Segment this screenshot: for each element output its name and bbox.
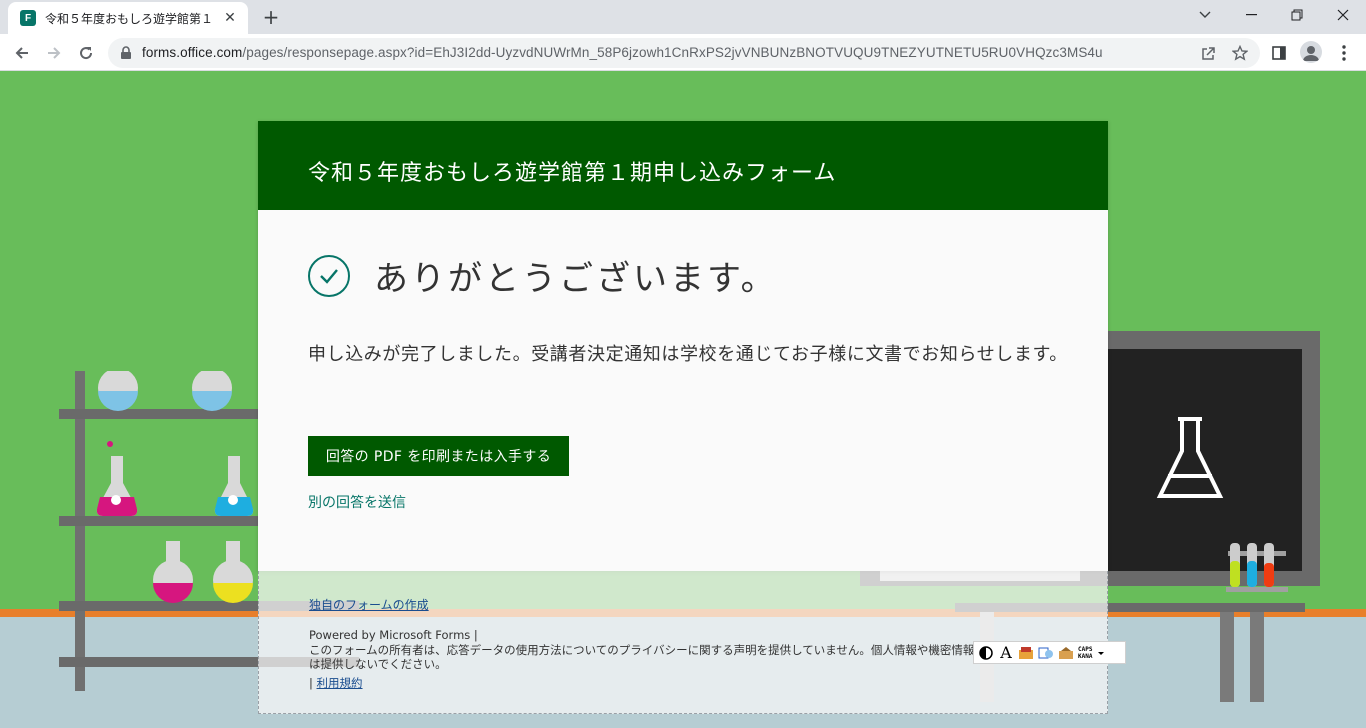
restore-icon [1291, 9, 1303, 21]
ime-pad-icon[interactable] [1038, 645, 1054, 661]
lock-icon [121, 46, 131, 59]
tab-close-icon[interactable]: ✕ [222, 10, 238, 26]
form-header: 令和５年度おもしろ遊学館第１期申し込みフォーム [258, 121, 1108, 210]
flask-magenta-icon [153, 541, 193, 603]
forms-favicon-icon: F [20, 10, 36, 26]
minimize-button[interactable] [1228, 0, 1274, 30]
ime-mode-icon[interactable] [978, 645, 994, 661]
flask-yellow-icon [213, 541, 253, 603]
print-pdf-button[interactable]: 回答の PDF を印刷または入手する [308, 436, 569, 476]
browser-toolbar: forms.office.com/pages/responsepage.aspx… [0, 34, 1366, 71]
arrow-left-icon [15, 47, 28, 59]
terms-of-use-link[interactable]: 利用規約 [317, 676, 363, 690]
thanks-heading: ありがとうございます。 [374, 259, 778, 299]
tools-icon[interactable] [1058, 645, 1074, 661]
new-tab-button[interactable]: + [260, 6, 282, 28]
form-card: 令和５年度おもしろ遊学館第１期申し込みフォーム ありがとうございます。 申し込み… [258, 121, 1108, 571]
flask-pink-icon [96, 441, 138, 516]
arrow-right-icon [48, 47, 61, 59]
address-bar[interactable]: forms.office.com/pages/responsepage.aspx… [108, 38, 1260, 68]
close-icon [1337, 9, 1349, 21]
tab-search-button[interactable] [1182, 0, 1228, 30]
bookmark-star-icon[interactable] [1230, 43, 1250, 63]
privacy-notice: このフォームの所有者は、応答データの使用方法についてのプライバシーに関する声明を… [309, 643, 975, 671]
reload-button[interactable] [72, 39, 100, 67]
more-vertical-icon [1342, 45, 1346, 61]
restore-button[interactable] [1274, 0, 1320, 30]
tab-title: 令和５年度おもしろ遊学館第１期申し込みフォーム [45, 11, 213, 26]
share-icon[interactable] [1198, 43, 1218, 63]
profile-avatar[interactable] [1300, 41, 1322, 63]
flask-cyan-icon [214, 456, 254, 516]
form-title: 令和５年度おもしろ遊学館第１期申し込みフォーム [308, 161, 837, 186]
flask-blue-1-icon [98, 371, 138, 411]
test-tube-rack-icon [1226, 543, 1288, 592]
submit-another-response-link[interactable]: 別の回答を送信 [308, 492, 406, 512]
checkmark-circle-icon [308, 254, 350, 297]
flask-blue-2-icon [192, 371, 232, 411]
input-mode-label[interactable]: A [998, 643, 1014, 662]
create-own-form-link[interactable]: 独自のフォームの作成 [309, 596, 429, 613]
chevron-down-icon [1199, 11, 1211, 18]
browser-tab-strip: F 令和５年度おもしろ遊学館第１期申し込みフォーム ✕ + [0, 0, 1366, 34]
ime-options-chevron-icon[interactable] [1096, 645, 1106, 661]
url-text: forms.office.com/pages/responsepage.aspx… [142, 45, 1103, 60]
forward-button[interactable] [40, 39, 68, 67]
avatar-icon [1303, 46, 1319, 61]
dictionary-icon[interactable] [1018, 645, 1034, 661]
powered-by-text: Powered by Microsoft Forms | [309, 628, 478, 642]
back-button[interactable] [8, 39, 36, 67]
terms-row: | 利用規約 [309, 675, 363, 691]
side-panel-icon [1272, 46, 1286, 60]
minimize-icon [1245, 14, 1257, 16]
close-window-button[interactable] [1320, 0, 1366, 30]
confirmation-message: 申し込みが完了しました。受講者決定通知は学校を通じてお子様に文書でお知らせします… [308, 344, 1068, 365]
terms-separator: | [309, 676, 313, 690]
browser-menu-button[interactable] [1330, 39, 1358, 67]
reload-icon [80, 47, 93, 60]
caps-kana-indicator[interactable]: CAPS KANA [1078, 646, 1092, 660]
side-panel-button[interactable] [1265, 39, 1293, 67]
thanks-row: ありがとうございます。 [308, 251, 778, 300]
browser-tab[interactable]: F 令和５年度おもしろ遊学館第１期申し込みフォーム ✕ [8, 2, 248, 34]
ime-toolbar: A CAPS KANA [973, 641, 1126, 664]
